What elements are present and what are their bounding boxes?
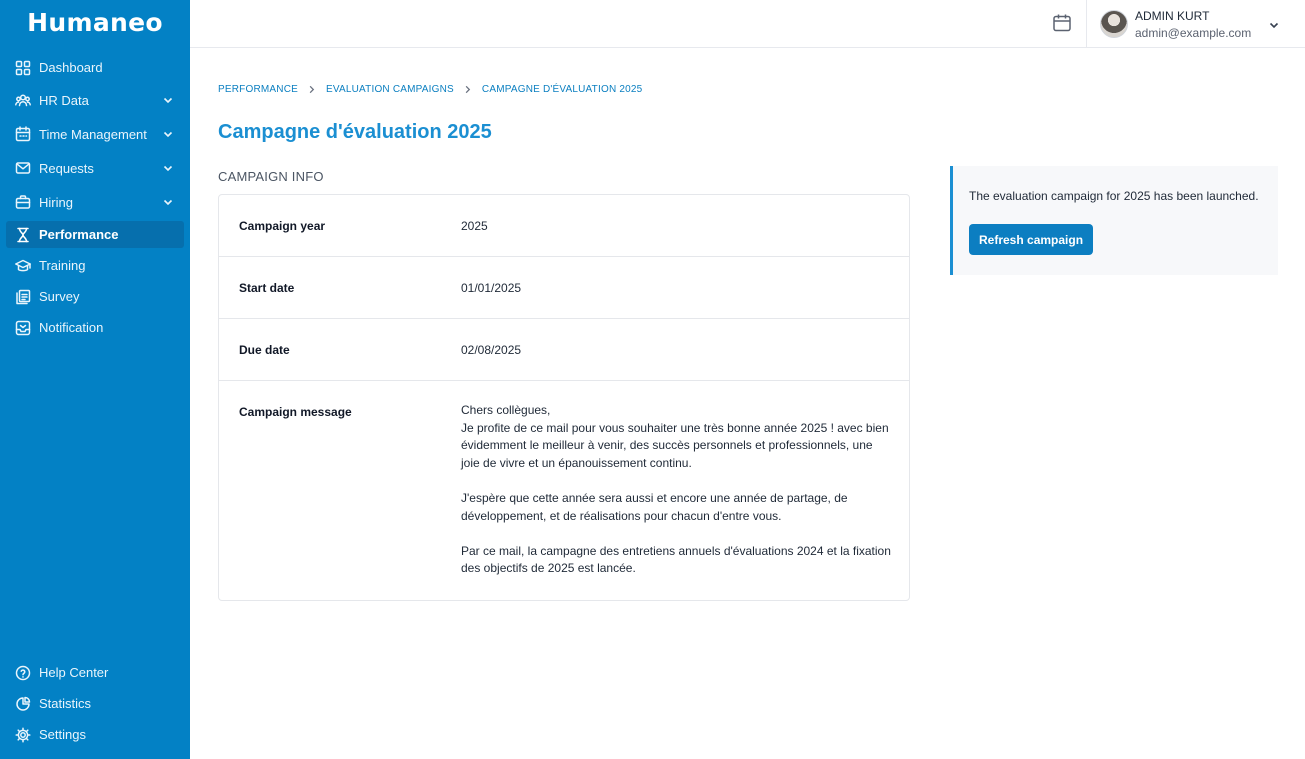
calendar-icon [14,125,32,143]
sidebar-item-label: Time Management [39,126,147,142]
mail-icon [14,159,32,177]
breadcrumb-performance[interactable]: PERFORMANCE [218,84,298,95]
users-icon [14,91,32,109]
info-label: Campaign message [239,405,352,419]
campaign-status-notice: The evaluation campaign for 2025 has bee… [950,166,1278,275]
topbar-divider [1086,0,1087,47]
sidebar-item-label: Training [39,258,86,273]
sidebar-item-label: Help Center [39,665,109,680]
page-title: Campagne d'évaluation 2025 [218,121,492,143]
sidebar-item-settings[interactable]: Settings [6,721,184,748]
info-value: 2025 [461,219,488,233]
section-title: CAMPAIGN INFO [218,169,324,184]
sidebar-item-help-center[interactable]: Help Center [6,659,184,686]
sidebar-item-label: Statistics [39,696,92,711]
sidebar-item-label: Survey [39,289,80,304]
chevron-down-icon [162,196,174,208]
avatar [1100,10,1128,38]
sidebar: Humaneo Dashboard HR Data Time Managemen… [0,0,190,759]
chevron-right-icon [463,85,473,95]
sidebar-item-survey[interactable]: Survey [6,283,184,310]
breadcrumb: PERFORMANCE EVALUATION CAMPAIGNS CAMPAGN… [218,84,642,95]
info-value: 01/01/2025 [461,281,522,295]
sidebar-item-performance[interactable]: Performance [6,221,184,248]
chevron-down-icon [1268,18,1280,30]
hourglass-icon [14,226,32,244]
sidebar-item-hiring[interactable]: Hiring [6,187,184,217]
sidebar-nav: Dashboard HR Data Time Management Reques… [6,54,184,345]
info-label: Due date [239,343,290,357]
topbar: ADMIN KURT admin@example.com [190,0,1305,48]
clipboard-icon [14,288,32,306]
info-label: Start date [239,281,295,295]
sidebar-item-dashboard[interactable]: Dashboard [6,54,184,81]
sidebar-item-label: Settings [39,727,86,742]
chevron-down-icon [162,94,174,106]
inbox-icon [14,319,32,337]
sidebar-item-notification[interactable]: Notification [6,314,184,341]
user-email: admin@example.com [1135,26,1252,40]
sidebar-item-hr-data[interactable]: HR Data [6,85,184,115]
sidebar-item-time-management[interactable]: Time Management [6,119,184,149]
sidebar-item-statistics[interactable]: Statistics [6,690,184,717]
gear-icon [14,726,32,744]
graduation-cap-icon [14,257,32,275]
chevron-down-icon [162,162,174,174]
user-name: ADMIN KURT [1135,9,1210,23]
breadcrumb-current[interactable]: CAMPAGNE D'ÉVALUATION 2025 [482,84,643,95]
breadcrumb-evaluation-campaigns[interactable]: EVALUATION CAMPAIGNS [326,84,454,95]
user-menu[interactable]: ADMIN KURT admin@example.com [1100,6,1290,42]
chevron-right-icon [307,85,317,95]
refresh-campaign-button[interactable]: Refresh campaign [969,224,1094,255]
info-row-campaign-year: Campaign year 2025 [219,195,909,257]
info-row-start-date: Start date 01/01/2025 [219,257,909,319]
chevron-down-icon [162,128,174,140]
help-circle-icon [14,664,32,682]
info-label: Campaign year [239,219,326,233]
sidebar-item-label: HR Data [39,92,89,108]
pie-chart-icon [14,695,32,713]
sidebar-item-label: Notification [39,320,104,335]
campaign-info-card: Campaign year 2025 Start date 01/01/2025… [218,194,910,601]
sidebar-item-label: Dashboard [39,60,103,75]
calendar-icon[interactable] [1052,13,1074,35]
info-row-due-date: Due date 02/08/2025 [219,319,909,381]
info-value: 02/08/2025 [461,343,522,357]
sidebar-bottom-nav: Help Center Statistics Settings [6,659,184,752]
sidebar-item-label: Hiring [39,194,73,210]
sidebar-item-label: Performance [39,227,119,242]
brand-logo[interactable]: Humaneo [0,8,190,37]
sidebar-item-label: Requests [39,160,94,176]
info-row-campaign-message: Campaign message Chers collègues, Je pro… [219,381,909,600]
sidebar-item-requests[interactable]: Requests [6,153,184,183]
notice-text: The evaluation campaign for 2025 has bee… [969,189,1259,203]
sidebar-item-training[interactable]: Training [6,252,184,279]
campaign-message-text: Chers collègues, Je profite de ce mail p… [461,403,891,576]
briefcase-icon [14,193,32,211]
grid-icon [14,59,32,77]
